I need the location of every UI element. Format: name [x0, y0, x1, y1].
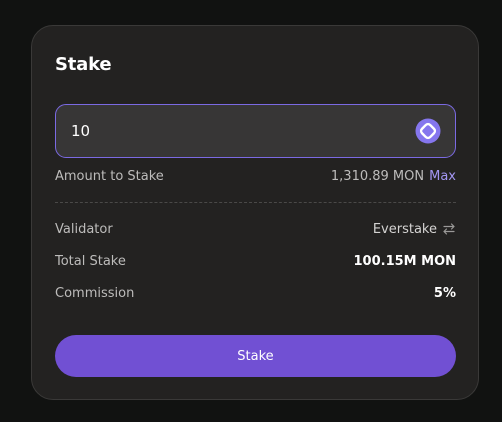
card-title: Stake: [55, 54, 112, 75]
validator-value: Everstake: [372, 221, 437, 237]
commission-value: 5%: [433, 285, 456, 301]
balance-value: 1,310.89 MON: [330, 168, 425, 184]
amount-row: Amount to Stake 1,310.89 MON Max: [55, 166, 456, 186]
dashed-divider: [55, 202, 456, 203]
commission-label: Commission: [55, 285, 135, 301]
monad-token-icon: [415, 118, 441, 144]
validator-label: Validator: [55, 221, 113, 237]
stake-button[interactable]: Stake: [55, 335, 456, 377]
amount-input-box[interactable]: [55, 104, 456, 158]
commission-row: Commission 5%: [55, 283, 456, 303]
balance-group: 1,310.89 MON Max: [331, 169, 456, 184]
max-button[interactable]: Max: [429, 169, 456, 184]
stake-card: Stake Amount to Stake 1,310.89 MON Max Va…: [31, 25, 479, 400]
swap-arrows-icon: [443, 223, 455, 235]
total-stake-row: Total Stake 100.15M MON: [55, 251, 456, 271]
total-stake-label: Total Stake: [55, 253, 126, 269]
validator-row: Validator Everstake: [55, 219, 456, 239]
validator-selector[interactable]: Everstake: [373, 222, 456, 237]
amount-input[interactable]: [71, 105, 391, 156]
amount-label: Amount to Stake: [55, 168, 164, 184]
total-stake-value: 100.15M MON: [353, 253, 457, 269]
